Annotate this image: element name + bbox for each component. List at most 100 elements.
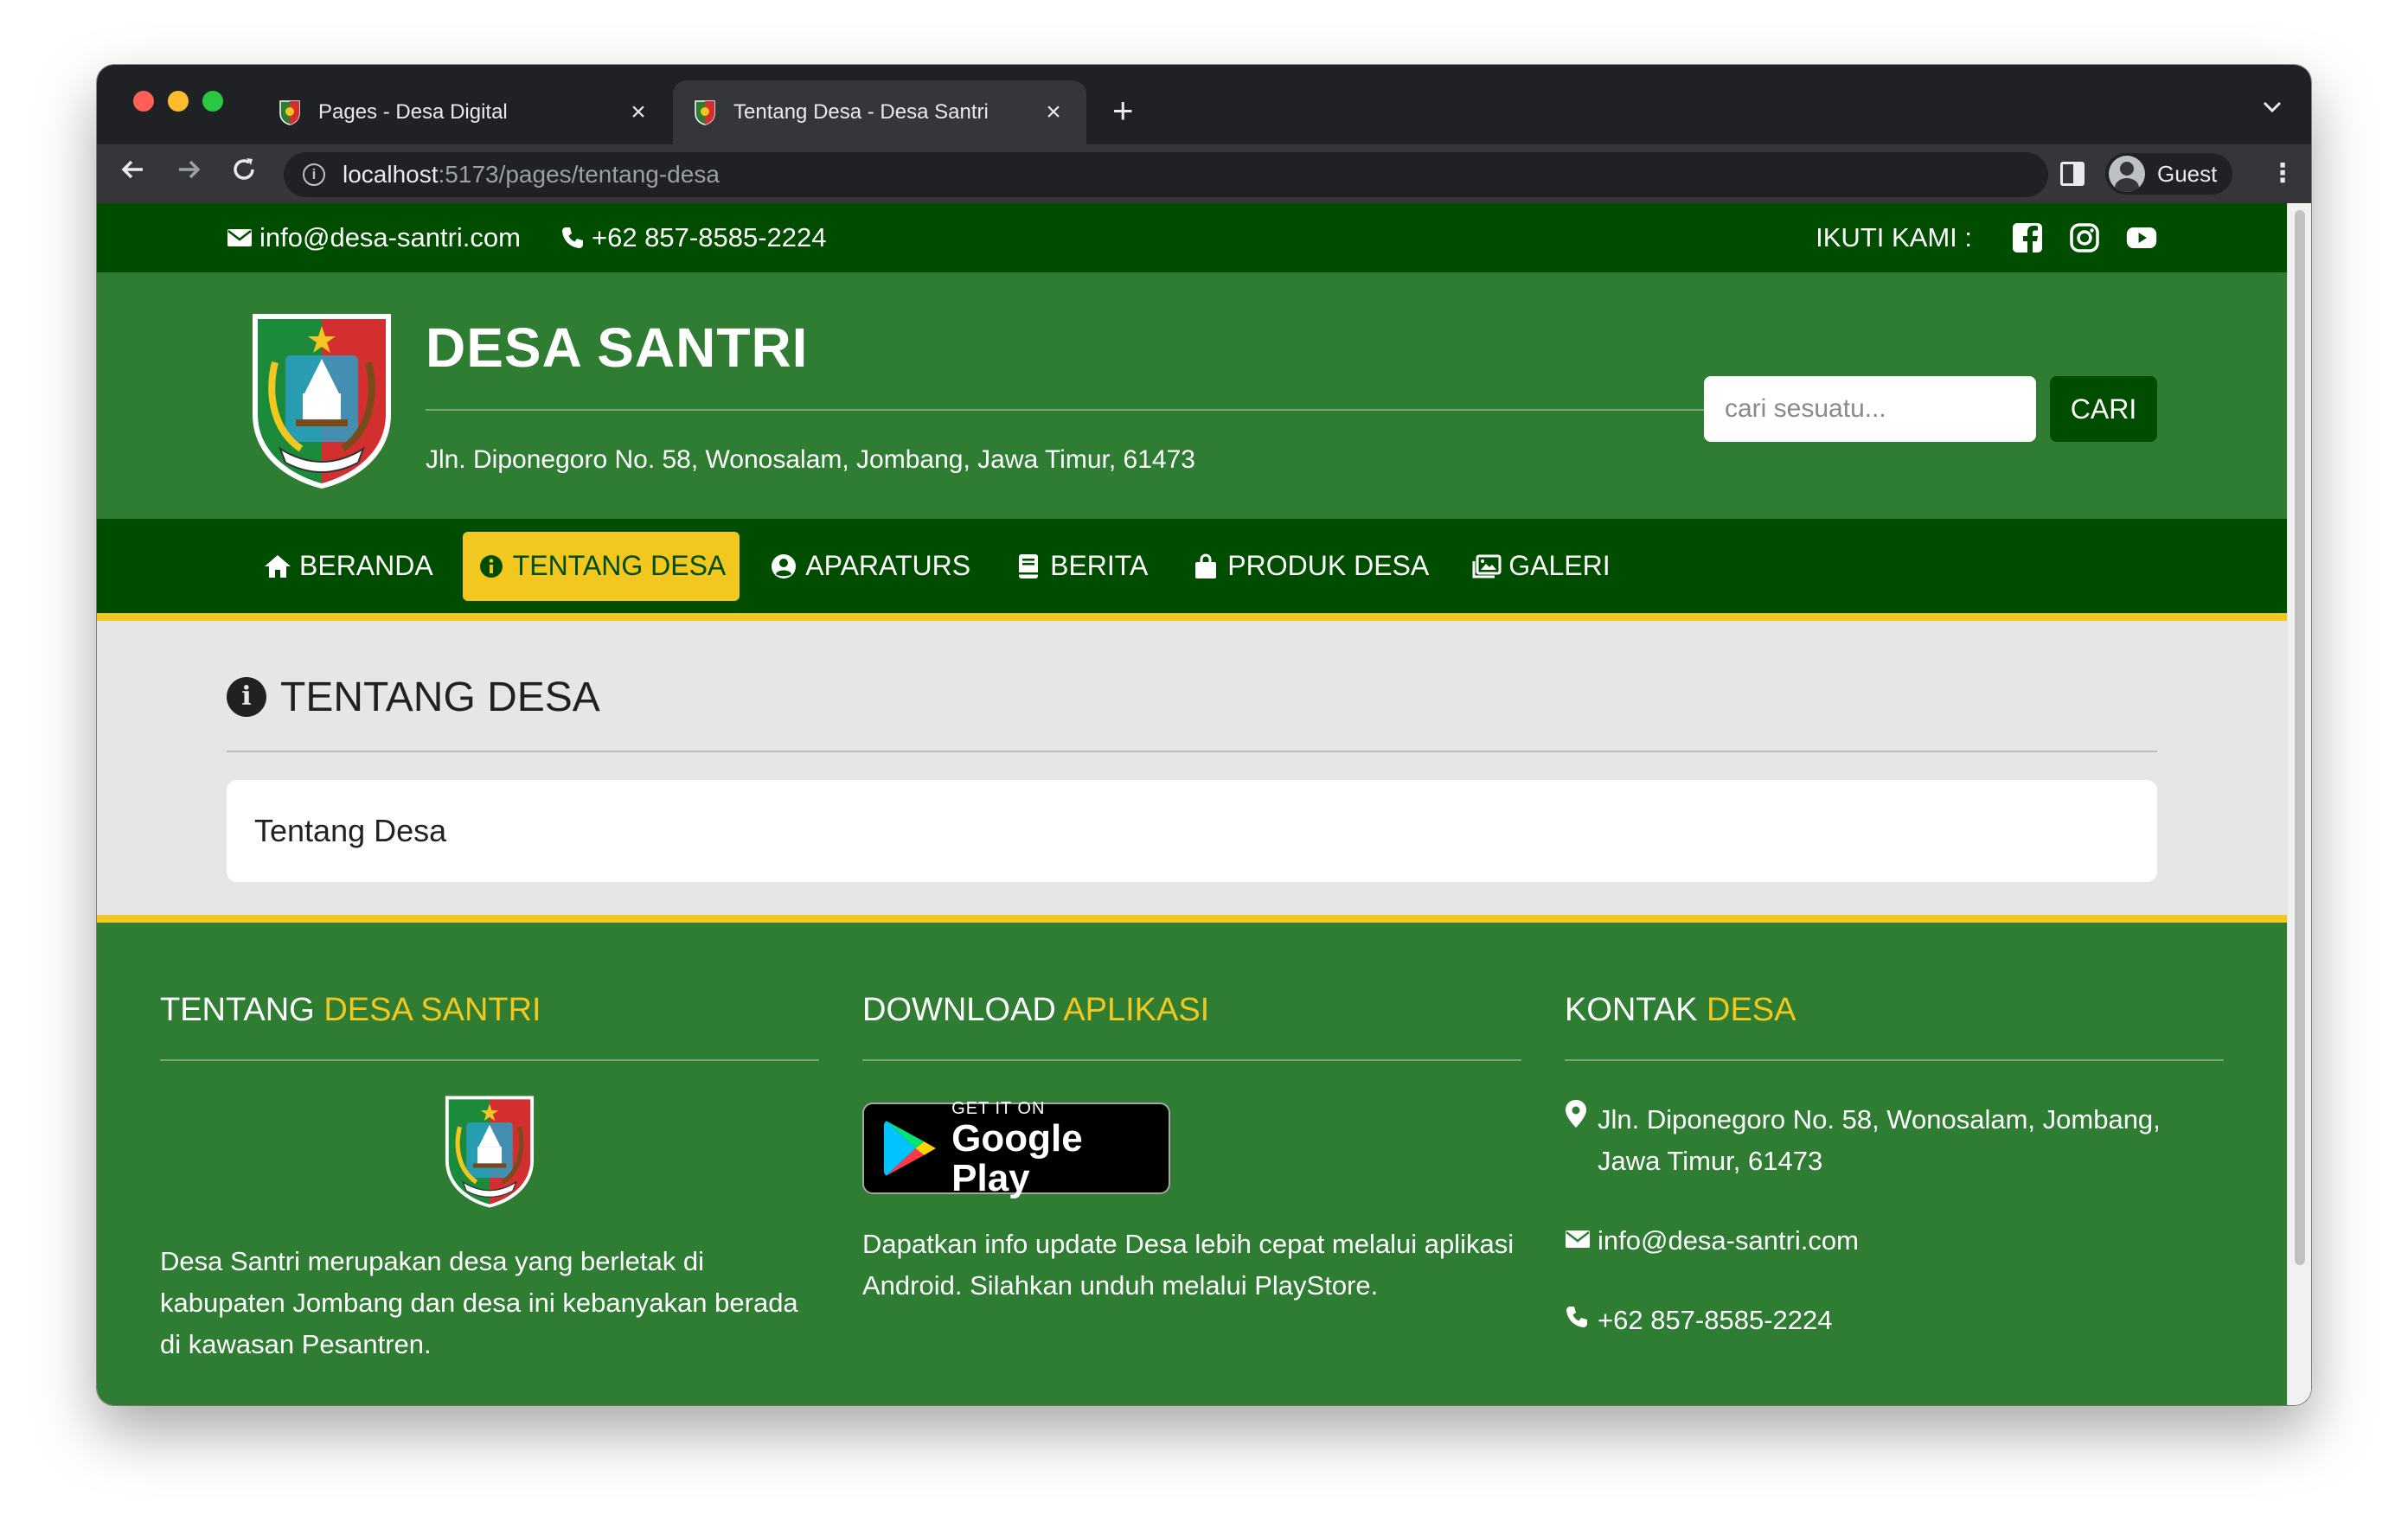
badge-small-text: GET IT ON <box>951 1098 1046 1118</box>
youtube-icon[interactable] <box>2126 222 2157 253</box>
title-divider <box>227 751 2157 752</box>
url-path: :5173/pages/tentang-desa <box>438 161 720 188</box>
content-card: Tentang Desa <box>227 780 2157 882</box>
nav-item-produk-desa[interactable]: PRODUK DESA <box>1177 532 1443 601</box>
page-scrollbar[interactable] <box>2287 203 2311 1405</box>
top-phone[interactable]: +62 857-8585-2224 <box>560 222 827 253</box>
footer-divider <box>862 1059 1521 1061</box>
footer-about-heading: TENTANG DESA SANTRI <box>160 992 819 1040</box>
tab-title: Pages - Desa Digital <box>318 100 508 124</box>
crest-favicon-icon <box>695 100 715 125</box>
nav-label: BERANDA <box>299 550 433 581</box>
footer-contact-heading: KONTAK DESA <box>1565 992 2224 1040</box>
search-button[interactable]: CARI <box>2050 376 2157 442</box>
footer-about-column: TENTANG DESA SANTRI Desa Santri merupaka… <box>160 992 819 1365</box>
nav-label: APARATURS <box>805 550 971 581</box>
heading-plain: DOWNLOAD <box>862 992 1056 1028</box>
facebook-icon[interactable] <box>2012 222 2043 253</box>
tab-close-icon[interactable]: × <box>1041 98 1066 127</box>
content-body: Tentang Desa <box>254 813 447 848</box>
tab-bar: Pages - Desa Digital × Tentang Desa - De… <box>97 65 2311 144</box>
heading-highlight: APLIKASI <box>1063 992 1210 1028</box>
browser-menu-icon[interactable]: ⋮ <box>2270 158 2296 189</box>
home-icon <box>263 552 292 581</box>
forward-arrow-icon[interactable] <box>170 155 208 193</box>
top-email[interactable]: info@desa-santri.com <box>227 222 521 253</box>
footer-divider <box>160 1059 819 1061</box>
address-bar[interactable]: i localhost:5173/pages/tentang-desa <box>284 152 2048 197</box>
maximize-window-button[interactable] <box>202 91 223 112</box>
heading-highlight: DESA SANTRI <box>323 992 541 1028</box>
browser-window: Pages - Desa Digital × Tentang Desa - De… <box>97 65 2311 1405</box>
close-window-button[interactable] <box>133 91 154 112</box>
shopping-bag-icon <box>1191 552 1220 581</box>
footer-address-text: Jln. Diponegoro No. 58, Wonosalam, Jomba… <box>1598 1104 2161 1176</box>
new-tab-plus-icon[interactable]: + <box>1112 93 1134 129</box>
map-marker-icon <box>1565 1099 1591 1182</box>
page-viewport: info@desa-santri.com +62 857-8585-2224 I… <box>97 203 2311 1405</box>
phone-icon <box>1565 1300 1591 1341</box>
browser-tab-tentang-desa[interactable]: Tentang Desa - Desa Santri × <box>673 80 1086 144</box>
phone-icon <box>561 227 583 248</box>
top-contact-bar: info@desa-santri.com +62 857-8585-2224 I… <box>97 203 2287 272</box>
follow-label: IKUTI KAMI : <box>1816 222 1972 252</box>
instagram-icon[interactable] <box>2069 222 2100 253</box>
heading-plain: TENTANG <box>160 992 315 1028</box>
info-icon <box>477 552 506 581</box>
envelope-icon <box>1565 1220 1591 1262</box>
site-info-icon[interactable]: i <box>303 163 325 186</box>
user-circle-icon <box>769 552 798 581</box>
nav-item-berita[interactable]: BERITA <box>1000 532 1162 601</box>
page-title: i TENTANG DESA <box>227 669 2157 725</box>
footer-divider <box>1565 1059 2224 1061</box>
heading-highlight: DESA <box>1707 992 1796 1028</box>
title-divider <box>426 409 1761 411</box>
footer-phone-text: +62 857-8585-2224 <box>1598 1305 1833 1335</box>
search-input[interactable] <box>1704 376 2036 442</box>
side-panel-icon[interactable] <box>2060 162 2085 186</box>
nav-label: GALERI <box>1508 550 1611 581</box>
footer-email[interactable]: info@desa-santri.com <box>1565 1220 2224 1262</box>
google-play-badge[interactable]: GET IT ON Google Play <box>862 1099 1170 1198</box>
nav-label: PRODUK DESA <box>1227 550 1430 581</box>
tab-title: Tentang Desa - Desa Santri <box>733 100 989 124</box>
nav-label: TENTANG DESA <box>512 550 727 581</box>
browser-tab-pages[interactable]: Pages - Desa Digital × <box>258 80 671 144</box>
minimize-window-button[interactable] <box>168 91 189 112</box>
village-crest-logo[interactable] <box>249 310 394 492</box>
nav-label: BERITA <box>1050 550 1149 581</box>
nav-item-aparaturs[interactable]: APARATURS <box>755 532 984 601</box>
avatar-icon <box>2109 156 2145 192</box>
crest-favicon-icon <box>279 100 300 125</box>
web-page: info@desa-santri.com +62 857-8585-2224 I… <box>97 203 2287 1405</box>
scrollbar-thumb[interactable] <box>2295 210 2305 1265</box>
tab-close-icon[interactable]: × <box>626 98 650 127</box>
top-phone-text: +62 857-8585-2224 <box>591 222 827 252</box>
main-content: i TENTANG DESA Tentang Desa <box>97 621 2287 915</box>
footer-contact-column: KONTAK DESA Jln. Diponegoro No. 58, Wono… <box>1565 992 2224 1341</box>
reload-icon[interactable] <box>225 155 263 193</box>
book-icon <box>1014 552 1043 581</box>
top-email-text: info@desa-santri.com <box>259 222 521 252</box>
profile-label: Guest <box>2157 160 2218 187</box>
nav-item-galeri[interactable]: GALERI <box>1458 532 1623 601</box>
site-title: DESA SANTRI <box>426 316 809 379</box>
footer-phone[interactable]: +62 857-8585-2224 <box>1565 1300 2224 1341</box>
images-icon <box>1472 552 1502 581</box>
site-address: Jln. Diponegoro No. 58, Wonosalam, Jomba… <box>426 445 1195 474</box>
envelope-icon <box>227 229 252 246</box>
tab-search-chevron-icon[interactable] <box>2263 96 2282 118</box>
profile-button[interactable]: Guest <box>2105 153 2233 195</box>
nav-item-beranda[interactable]: BERANDA <box>249 532 447 601</box>
back-arrow-icon[interactable] <box>114 155 152 193</box>
nav-item-tentang-desa[interactable]: TENTANG DESA <box>462 531 740 601</box>
heading-plain: KONTAK <box>1565 992 1698 1028</box>
footer-download-heading: DOWNLOAD APLIKASI <box>862 992 1521 1040</box>
footer-download-text: Dapatkan info update Desa lebih cepat me… <box>862 1229 1515 1301</box>
footer-download-column: DOWNLOAD APLIKASI GET IT ON Google Play … <box>862 992 1521 1307</box>
page-title-text: TENTANG DESA <box>280 674 600 720</box>
footer-email-text: info@desa-santri.com <box>1598 1225 1859 1256</box>
village-crest-logo <box>445 1096 535 1208</box>
site-header: DESA SANTRI Jln. Diponegoro No. 58, Wono… <box>97 272 2287 519</box>
main-navigation: BERANDA TENTANG DESA APARATURS BERITA PR… <box>97 519 2287 621</box>
